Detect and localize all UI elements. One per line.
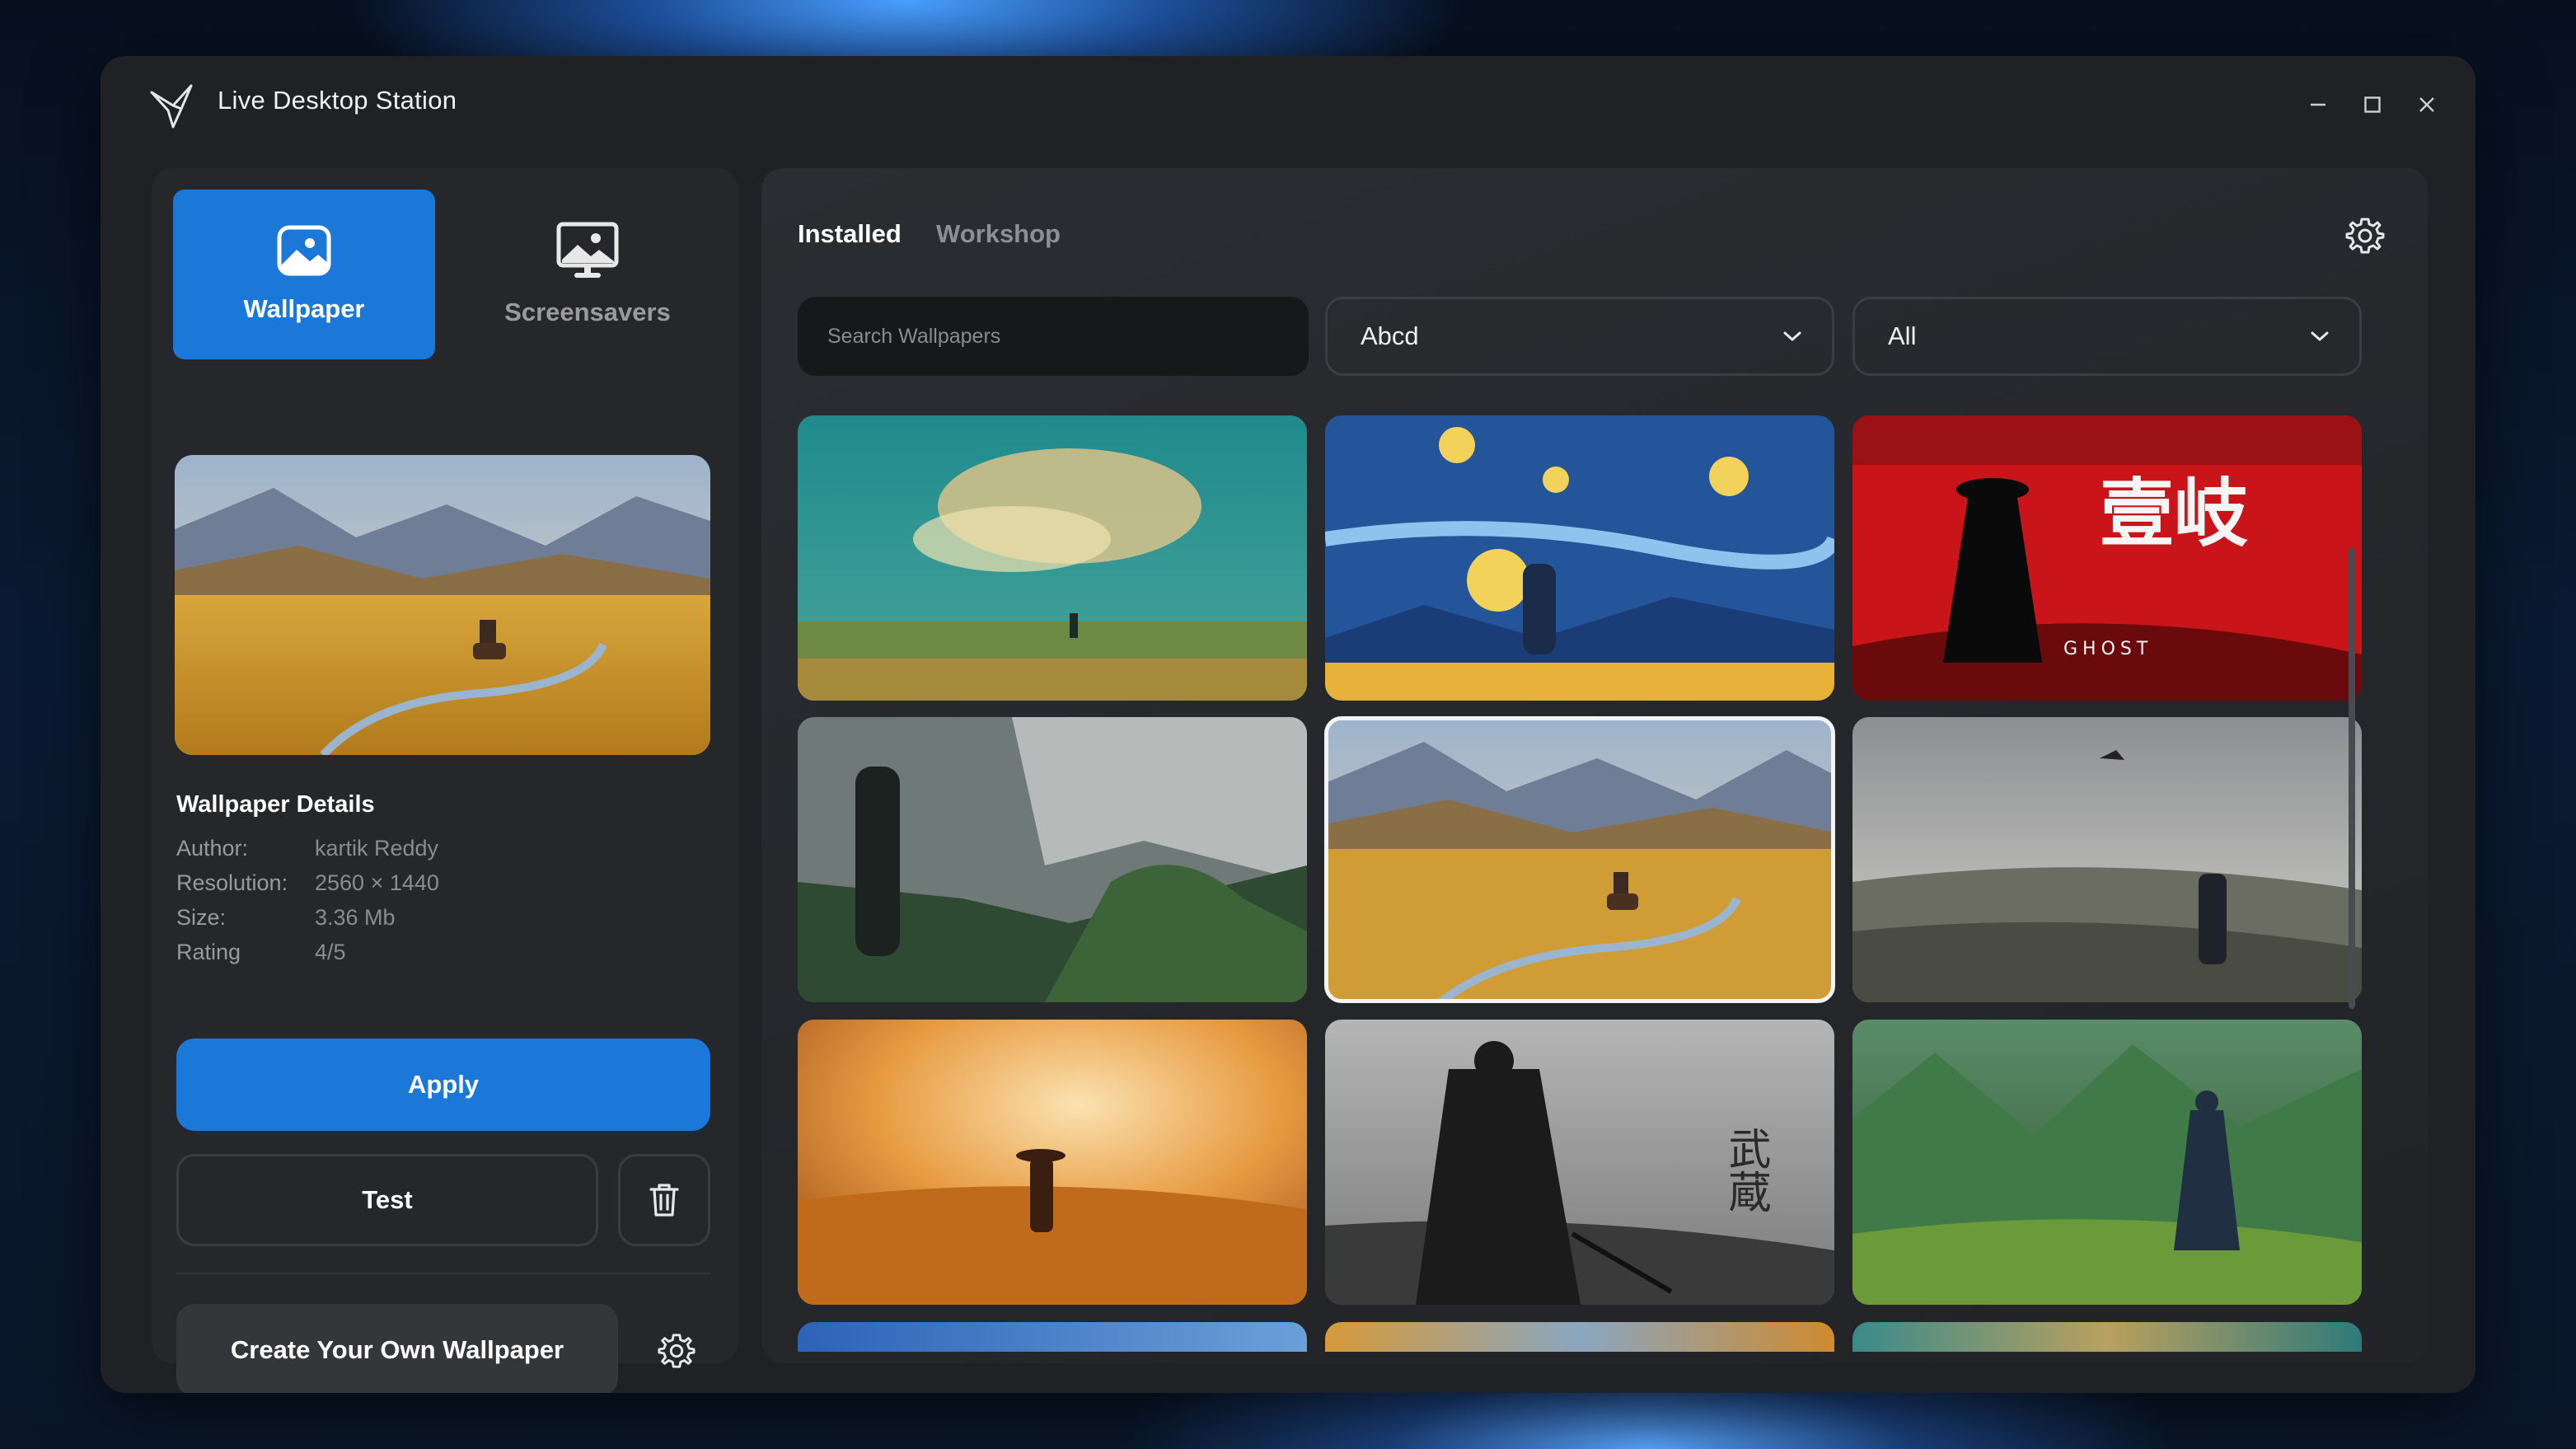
wallpaper-tile[interactable]: [798, 717, 1307, 1002]
wallpaper-tile[interactable]: [798, 415, 1307, 701]
detail-label: Author:: [176, 836, 249, 860]
detail-value: kartik Reddy: [315, 836, 439, 860]
close-icon: [2419, 97, 2434, 112]
wallpaper-tile[interactable]: [798, 1322, 1307, 1352]
test-button[interactable]: Test: [176, 1154, 598, 1246]
maximize-icon: [2364, 96, 2381, 113]
wallpaper-preview: [175, 455, 710, 755]
category-dropdown-value: All: [1888, 321, 1917, 350]
wallpaper-tile[interactable]: [1852, 717, 2362, 1002]
minimize-button[interactable]: [2302, 89, 2334, 120]
detail-label: Rating: [176, 940, 241, 964]
close-button[interactable]: [2411, 89, 2443, 120]
maximize-button[interactable]: [2357, 89, 2388, 120]
detail-rating: Rating 4/5: [176, 940, 346, 965]
detail-label: Resolution:: [176, 870, 288, 895]
detail-value: 3.36 Mb: [315, 905, 396, 930]
detail-resolution: Resolution: 2560 × 1440: [176, 870, 439, 896]
tab-screensavers[interactable]: Screensavers: [457, 190, 719, 359]
detail-value: 4/5: [315, 940, 346, 964]
tile-overlay-text: 壹岐: [2100, 471, 2248, 557]
tab-wallpaper[interactable]: Wallpaper: [173, 190, 435, 359]
app-window: Live Desktop Station Wallpaper Screensav…: [101, 56, 2475, 1393]
wallpaper-tile[interactable]: 武蔵: [1325, 1020, 1834, 1305]
gear-icon[interactable]: [2345, 216, 2385, 256]
create-wallpaper-button[interactable]: Create Your Own Wallpaper: [176, 1304, 618, 1393]
monitor-image-icon: [556, 222, 619, 278]
apply-button[interactable]: Apply: [176, 1039, 710, 1131]
hummingbird-logo-icon: [150, 84, 193, 129]
tile-overlay-text: 武蔵: [1721, 1127, 1770, 1212]
scrollbar[interactable]: [2349, 547, 2355, 1009]
sidebar-panel: Wallpaper Screensavers Wallpaper Details…: [152, 168, 738, 1393]
detail-size: Size: 3.36 Mb: [176, 905, 396, 931]
details-title: Wallpaper Details: [176, 791, 375, 818]
tab-wallpaper-label: Wallpaper: [243, 294, 365, 323]
wallpaper-tile-selected[interactable]: [1324, 716, 1835, 1003]
divider: [176, 1273, 710, 1274]
tab-screensavers-label: Screensavers: [504, 298, 671, 326]
chevron-down-icon: [2311, 331, 2329, 341]
window-controls: [2302, 89, 2443, 120]
category-dropdown[interactable]: All: [1852, 297, 2362, 376]
wallpaper-tile[interactable]: [1325, 1322, 1834, 1352]
detail-author: Author: kartik Reddy: [176, 836, 438, 861]
chevron-down-icon: [1783, 331, 1801, 341]
image-icon: [277, 225, 331, 276]
app-title: Live Desktop Station: [218, 86, 457, 115]
gear-icon[interactable]: [658, 1332, 696, 1370]
delete-button[interactable]: [618, 1154, 710, 1246]
tile-overlay-subtext: GHOST: [2063, 639, 2152, 659]
tab-workshop[interactable]: Workshop: [936, 219, 1061, 249]
minimize-icon: [2311, 103, 2325, 106]
sort-dropdown-value: Abcd: [1361, 321, 1419, 350]
wallpaper-tile[interactable]: [1852, 1322, 2362, 1352]
wallpaper-tile[interactable]: [798, 1020, 1307, 1305]
trash-icon: [649, 1184, 679, 1217]
detail-value: 2560 × 1440: [315, 870, 439, 895]
wallpaper-tile[interactable]: [1852, 1020, 2362, 1305]
library-panel: Installed Workshop Abcd All: [761, 168, 2428, 1363]
sort-dropdown[interactable]: Abcd: [1325, 297, 1834, 376]
title-bar: Live Desktop Station: [101, 56, 2475, 155]
detail-label: Size:: [176, 905, 227, 930]
tab-installed[interactable]: Installed: [798, 219, 902, 249]
wallpaper-tile[interactable]: [1325, 415, 1834, 701]
search-input[interactable]: [798, 297, 1309, 376]
wallpaper-tile[interactable]: 壹岐 GHOST: [1852, 415, 2362, 701]
